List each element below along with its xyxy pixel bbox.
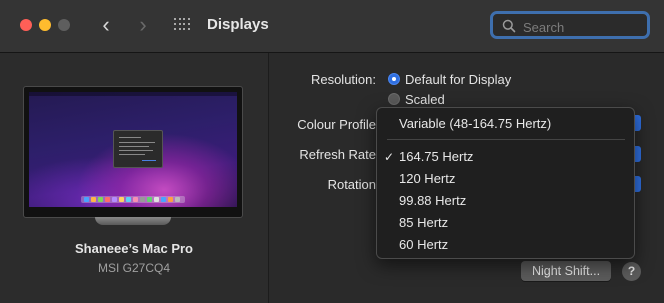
- menu-item-refresh[interactable]: 85 Hertz: [399, 215, 448, 230]
- system-preferences-window: ‹ › Displays Search Shaneee’s Mac Pro MS…: [0, 0, 664, 303]
- title-bar: ‹ › Displays: [0, 0, 664, 53]
- menu-separator: [387, 139, 625, 140]
- minimize-window-button[interactable]: [39, 19, 51, 31]
- show-all-grid-icon[interactable]: [174, 18, 191, 32]
- checkmark-icon: ✓: [384, 150, 395, 164]
- resolution-scaled-radio[interactable]: [388, 93, 400, 105]
- rotation-popup[interactable]: [634, 176, 641, 192]
- resolution-label: Resolution:: [310, 72, 376, 87]
- display-owner-name: Shaneee’s Mac Pro: [74, 241, 193, 256]
- display-sidebar: Shaneee’s Mac Pro MSI G27CQ4: [0, 53, 269, 303]
- menu-item-refresh[interactable]: 60 Hertz: [399, 237, 448, 252]
- mini-menu-bar: [29, 92, 237, 96]
- forward-chevron-icon[interactable]: ›: [132, 13, 154, 37]
- resolution-scaled-label[interactable]: Scaled: [405, 92, 445, 107]
- display-model: MSI G27CQ4: [97, 261, 171, 275]
- search-icon: [502, 19, 516, 33]
- back-chevron-icon[interactable]: ‹: [95, 13, 117, 37]
- desktop-wallpaper-thumbnail: [29, 92, 237, 207]
- refresh-rate-popup[interactable]: [634, 146, 641, 162]
- search-field[interactable]: [490, 11, 650, 39]
- refresh-rate-label: Refresh Rate: [299, 147, 376, 162]
- colour-profile-popup[interactable]: [634, 115, 641, 131]
- help-button[interactable]: ?: [622, 262, 641, 281]
- mini-dock: [81, 196, 185, 203]
- colour-profile-label: Colour Profile: [297, 117, 376, 132]
- menu-item-refresh[interactable]: 99.88 Hertz: [399, 193, 466, 208]
- search-input[interactable]: [521, 16, 643, 38]
- zoom-window-button[interactable]: [58, 19, 70, 31]
- refresh-rate-menu: Variable (48-164.75 Hertz) ✓ 164.75 Hert…: [376, 107, 635, 259]
- menu-item-refresh[interactable]: 164.75 Hertz: [399, 149, 473, 164]
- night-shift-button[interactable]: Night Shift...: [521, 261, 611, 281]
- resolution-default-radio[interactable]: [388, 73, 400, 85]
- mini-dialog: [113, 130, 163, 168]
- resolution-default-label[interactable]: Default for Display: [405, 72, 511, 87]
- window-title: Displays: [207, 16, 269, 33]
- display-preview[interactable]: [23, 86, 243, 218]
- menu-item-variable[interactable]: Variable (48-164.75 Hertz): [399, 116, 551, 131]
- close-window-button[interactable]: [20, 19, 32, 31]
- menu-item-refresh[interactable]: 120 Hertz: [399, 171, 455, 186]
- monitor-stand: [95, 217, 171, 225]
- rotation-label: Rotation: [327, 177, 376, 192]
